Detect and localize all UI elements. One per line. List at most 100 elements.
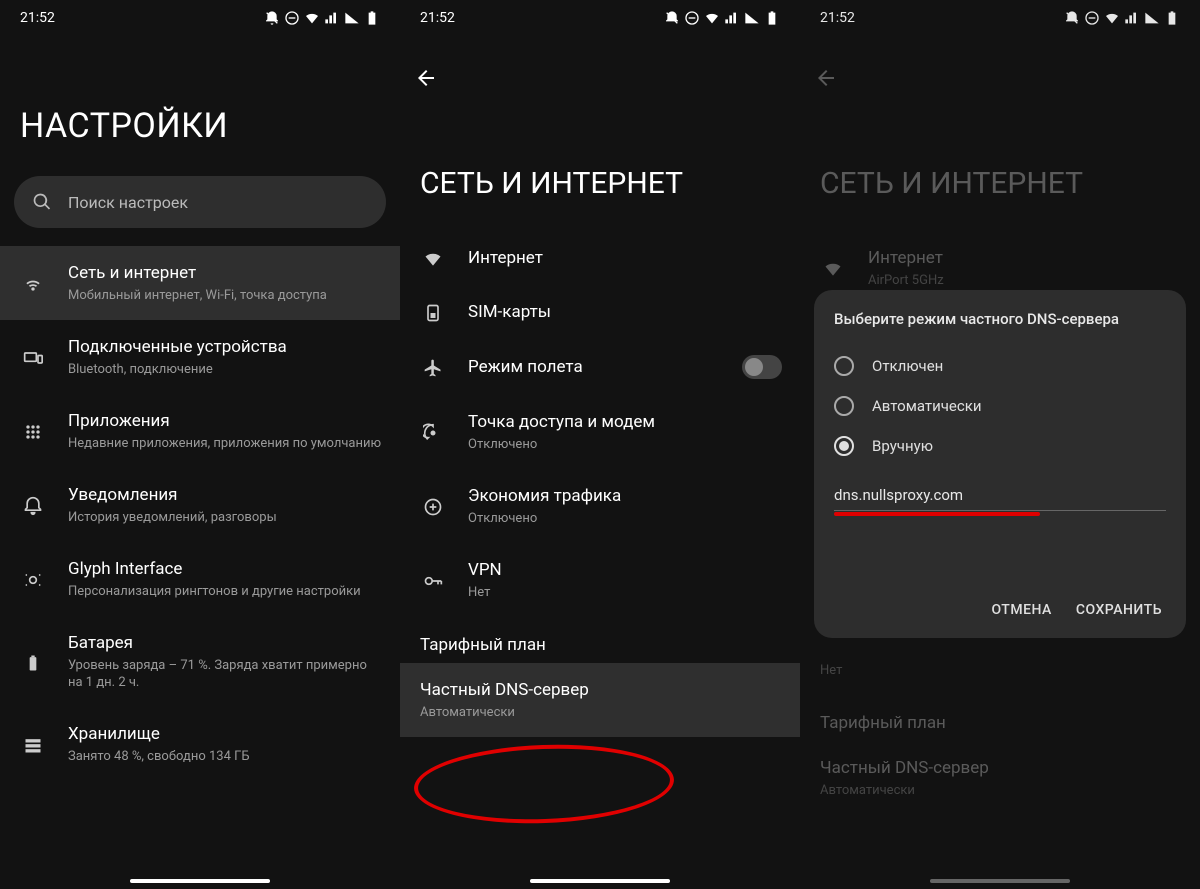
item-network[interactable]: Сеть и интернет Мобильный интернет, Wi-Fi…: [0, 246, 400, 320]
item-battery[interactable]: Батарея Уровень заряда – 71 %. Заряда хва…: [0, 616, 400, 707]
item-sub: Уровень заряда – 71 %. Заряда хватит при…: [68, 657, 382, 691]
item-hotspot[interactable]: Точка доступа и модемОтключено: [400, 395, 800, 469]
cancel-button[interactable]: ОТМЕНА: [991, 602, 1051, 618]
signal2-icon: [744, 10, 760, 26]
item-storage[interactable]: ХранилищеЗанято 48 %, свободно 134 ГБ: [0, 707, 400, 781]
network-list: Интернет SIM-карты Режим полета Точка до…: [400, 231, 800, 889]
bell-icon: [23, 496, 43, 516]
screen-dns-dialog: 21:52 СЕТЬ И ИНТЕРНЕТ Интернет AirPort 5G…: [800, 0, 1200, 889]
status-time: 21:52: [820, 10, 855, 26]
back-icon: [814, 66, 838, 90]
page-title: СЕТЬ И ИНТЕРНЕТ: [800, 106, 1200, 231]
radio-off[interactable]: Отключен: [834, 346, 1166, 386]
radio-icon: [834, 356, 854, 376]
nav-bar[interactable]: [930, 879, 1070, 883]
item-sub: Нет: [468, 584, 782, 601]
item-title: Частный DNS-сервер: [820, 757, 1182, 779]
back-button[interactable]: [400, 50, 800, 106]
radio-auto[interactable]: Автоматически: [834, 386, 1166, 426]
item-private-dns-bg: Частный DNS-сервер Автоматически: [800, 741, 1200, 815]
signal-icon: [324, 10, 340, 26]
sim-icon: [423, 303, 443, 323]
item-title: Подключенные устройства: [68, 336, 382, 358]
dnd-icon: [264, 10, 280, 26]
nav-bar[interactable]: [530, 879, 670, 883]
page-title: СЕТЬ И ИНТЕРНЕТ: [400, 106, 800, 231]
item-sub: Мобильный интернет, Wi-Fi, точка доступа: [68, 287, 382, 304]
vpn-icon: [423, 571, 443, 591]
dnd-icon: [1064, 10, 1080, 26]
item-title: VPN: [468, 559, 782, 581]
dns-hostname-input[interactable]: dns.nullsproxy.com: [834, 480, 1166, 511]
item-sub: Занято 48 %, свободно 134 ГБ: [68, 748, 382, 765]
item-title: Сеть и интернет: [68, 262, 382, 284]
item-title: Батарея: [68, 632, 382, 654]
status-icons: [264, 10, 380, 26]
save-button[interactable]: СОХРАНИТЬ: [1076, 602, 1162, 618]
screen-settings: 21:52 НАСТРОЙКИ Поиск настроек Сеть и ин…: [0, 0, 400, 889]
minus-circle-icon: [284, 10, 300, 26]
battery-icon: [364, 10, 380, 26]
page-title: НАСТРОЙКИ: [0, 36, 400, 176]
status-bar: 21:52: [0, 0, 400, 36]
item-title: Режим полета: [468, 356, 742, 378]
item-title: Glyph Interface: [68, 558, 382, 580]
hotspot-icon: [423, 423, 443, 443]
item-sub: Отключено: [468, 436, 782, 453]
wifi-icon: [23, 274, 43, 294]
item-title: Интернет: [468, 247, 782, 269]
item-sub: AirPort 5GHz: [868, 272, 1182, 289]
item-sub: История уведомлений, разговоры: [68, 509, 382, 526]
airplane-icon: [423, 358, 443, 378]
radio-manual[interactable]: Вручную: [834, 426, 1166, 466]
battery-icon: [1164, 10, 1180, 26]
item-sub: Автоматически: [420, 704, 782, 721]
back-button[interactable]: [800, 50, 1200, 106]
storage-icon: [23, 735, 43, 755]
item-sub: Автоматически: [820, 782, 1182, 799]
radio-icon: [834, 396, 854, 416]
status-icons: [1064, 10, 1180, 26]
item-connected-devices[interactable]: Подключенные устройстваBluetooth, подклю…: [0, 320, 400, 394]
item-title: Интернет: [868, 247, 1182, 269]
signal-icon: [724, 10, 740, 26]
item-title: Экономия трафика: [468, 485, 782, 507]
item-internet[interactable]: Интернет: [400, 231, 800, 285]
dns-dialog: Выберите режим частного DNS-сервера Откл…: [814, 290, 1186, 638]
item-notifications[interactable]: УведомленияИстория уведомлений, разговор…: [0, 468, 400, 542]
signal2-icon: [344, 10, 360, 26]
dnd-icon: [664, 10, 680, 26]
radio-icon: [834, 436, 854, 456]
radio-label: Автоматически: [872, 397, 982, 415]
wifi-icon: [823, 259, 843, 279]
nav-bar[interactable]: [130, 879, 270, 883]
item-sim[interactable]: SIM-карты: [400, 285, 800, 339]
airplane-toggle[interactable]: [742, 355, 782, 379]
status-bar: 21:52: [400, 0, 800, 36]
back-icon: [414, 66, 438, 90]
item-private-dns[interactable]: Частный DNS-сервер Автоматически: [400, 663, 800, 737]
item-title: Частный DNS-сервер: [420, 679, 782, 701]
item-airplane[interactable]: Режим полета: [400, 339, 800, 395]
battery-icon: [23, 653, 43, 673]
status-time: 21:52: [420, 10, 455, 26]
search-input[interactable]: Поиск настроек: [14, 176, 386, 228]
status-bar: 21:52: [800, 0, 1200, 36]
search-icon: [32, 192, 52, 212]
wifi-icon: [304, 10, 320, 26]
minus-circle-icon: [1084, 10, 1100, 26]
annotation-underline: [834, 512, 1040, 516]
item-glyph[interactable]: Glyph InterfaceПерсонализация рингтонов …: [0, 542, 400, 616]
status-icons: [664, 10, 780, 26]
dialog-title: Выберите режим частного DNS-сервера: [834, 310, 1166, 328]
section-plan: Тарифный план: [800, 695, 1200, 741]
item-datasaver[interactable]: Экономия трафикаОтключено: [400, 469, 800, 543]
settings-list: Сеть и интернет Мобильный интернет, Wi-Fi…: [0, 246, 400, 889]
section-plan: Тарифный план: [400, 617, 800, 663]
item-sub: Недавние приложения, приложения по умолч…: [68, 435, 382, 452]
item-apps[interactable]: ПриложенияНедавние приложения, приложени…: [0, 394, 400, 468]
item-vpn-bg: Нет: [800, 655, 1200, 695]
datasaver-icon: [423, 497, 443, 517]
wifi-icon: [423, 249, 443, 269]
item-vpn[interactable]: VPN Нет: [400, 543, 800, 617]
